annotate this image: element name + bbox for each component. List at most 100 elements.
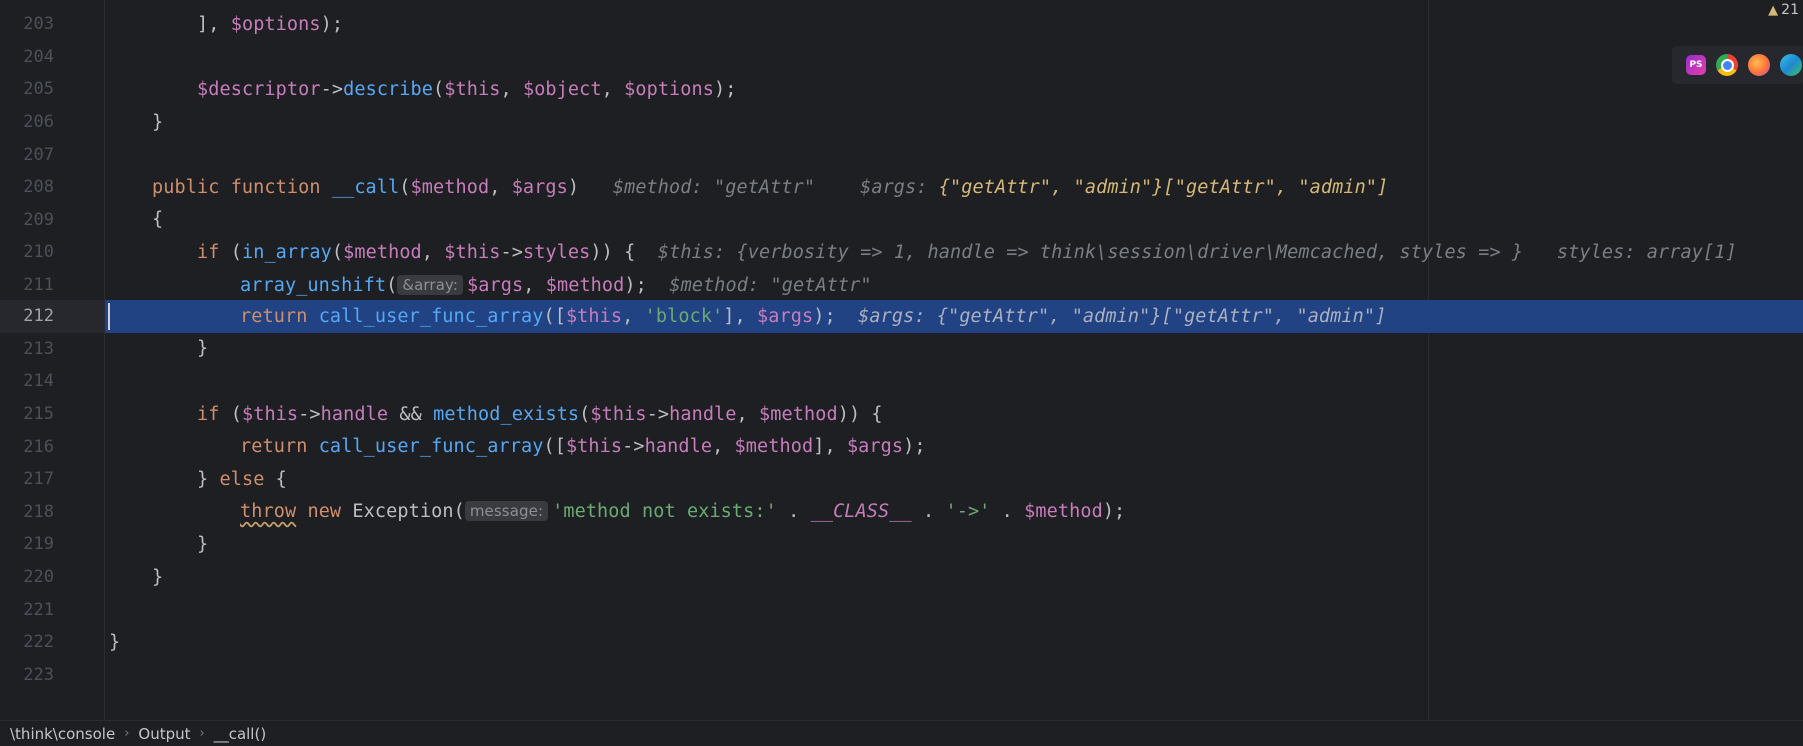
line-number: 220 [23, 567, 54, 588]
line-number: 221 [23, 599, 54, 620]
code-token: $args [467, 274, 524, 296]
code-line-217[interactable]: 217 } else { [0, 463, 1803, 496]
line-number: 216 [23, 436, 54, 457]
chevron-right-icon: › [199, 726, 205, 741]
code-line-207[interactable]: 207 [0, 138, 1803, 171]
code-token: $descriptor [197, 78, 321, 100]
text-caret [108, 303, 110, 330]
inspection-warnings-indicator[interactable]: ▲ 21 [1768, 2, 1799, 18]
firefox-icon[interactable] [1748, 54, 1770, 76]
code-token: Exception [352, 501, 454, 523]
code-line-210[interactable]: 210 if (in_array($method, $this->styles)… [0, 236, 1803, 269]
code-line-203[interactable]: 203 ], $options); [0, 8, 1803, 41]
phpstorm-icon[interactable]: PS [1686, 55, 1706, 75]
code-token: if [197, 403, 220, 425]
line-number: 213 [23, 338, 54, 359]
code-line-205[interactable]: 205 $descriptor->describe($this, $object… [0, 73, 1803, 106]
code-token: $object [522, 78, 602, 100]
breadcrumb-item-class[interactable]: Output [138, 725, 190, 743]
breadcrumb-item-namespace[interactable]: \think\console [10, 725, 115, 743]
code-token: $method [759, 403, 838, 425]
code-token: $options [624, 78, 715, 100]
code-token: __CLASS__ [810, 501, 912, 523]
code-token: if [197, 241, 220, 263]
line-number: 215 [23, 404, 54, 425]
code-token: } [152, 111, 164, 133]
code-token: $args [846, 436, 904, 458]
code-token: call_user_func_array [318, 305, 544, 327]
code-line-220[interactable]: 220 } [0, 561, 1803, 594]
breadcrumb: \think\console › Output › __call() [0, 720, 1803, 746]
code-line-206[interactable]: 206 } [0, 106, 1803, 139]
code-line-216[interactable]: 216 return call_user_func_array([$this->… [0, 430, 1803, 463]
code-token: , [601, 78, 625, 100]
line-number: 208 [23, 177, 54, 198]
code-token: } [109, 631, 121, 653]
debug-inline-value[interactable]: $args: [860, 177, 939, 198]
code-line-219[interactable]: 219 } [0, 528, 1803, 561]
code-line-212[interactable]: 212 return call_user_func_array([$this, … [0, 300, 1803, 333]
line-number: 217 [23, 469, 54, 490]
parameter-hint: message: [464, 501, 549, 522]
code-line-209[interactable]: 209 { [0, 204, 1803, 237]
code-line-221[interactable]: 221 [0, 593, 1803, 626]
line-number: 207 [23, 144, 54, 165]
code-line-211[interactable]: 211 array_unshift(&array: $args, $method)… [0, 269, 1803, 302]
code-line-223[interactable]: 223 [0, 659, 1803, 692]
code-line-218[interactable]: 218 throw new Exception(message:'method … [0, 496, 1803, 529]
code-token: $options [230, 13, 321, 35]
chrome-icon[interactable] [1716, 54, 1738, 76]
line-number: 203 [23, 14, 54, 35]
line-number: 222 [23, 632, 54, 653]
line-number: 212 [23, 306, 54, 327]
code-token: $method [734, 436, 814, 458]
code-token: , [500, 78, 523, 100]
code-line-213[interactable]: 213 } [0, 333, 1803, 366]
edge-icon[interactable] [1780, 54, 1802, 76]
code-token: handle [320, 403, 389, 425]
code-token: 'block' [644, 305, 724, 327]
code-token: new [307, 501, 342, 523]
browser-preview-toolbar: PS [1672, 46, 1803, 84]
code-token: return [240, 436, 308, 458]
debug-inline-value[interactable]: $method: "getAttr" [613, 177, 815, 198]
code-token: handle [669, 403, 737, 425]
debug-inline-value[interactable]: $args: {"getAttr", "admin"}["getAttr", "… [858, 306, 1386, 327]
debug-inline-value[interactable]: styles: array[1] [1557, 242, 1737, 263]
debug-inline-value[interactable]: $this: {verbosity => 1, handle => think\… [658, 242, 1523, 263]
line-number: 205 [23, 79, 54, 100]
code-token: $args [511, 176, 568, 198]
code-token: return [240, 305, 308, 327]
code-token: throw [240, 501, 297, 523]
code-token: public [152, 176, 220, 198]
debug-inline-value[interactable]: $method: "getAttr" [669, 275, 871, 296]
line-number: 211 [23, 275, 54, 296]
code-token: '->' [945, 501, 991, 523]
parameter-hint: &array: [397, 274, 464, 295]
line-number: 214 [23, 371, 54, 392]
code-line-222[interactable]: 222 } [0, 626, 1803, 659]
chevron-right-icon: › [124, 726, 130, 741]
code-token: } [197, 533, 209, 555]
debug-inline-value[interactable]: {"getAttr", "admin"}["getAttr", "admin"] [939, 177, 1389, 198]
line-number: 204 [23, 46, 54, 67]
code-token: ( [433, 78, 445, 100]
code-token: method_exists [433, 403, 580, 425]
code-token: ], [197, 13, 231, 35]
code-line-208[interactable]: 208 public function __call($method, $arg… [0, 171, 1803, 204]
line-number: 219 [23, 534, 54, 555]
code-token: $this [241, 403, 299, 425]
code-editor[interactable]: 203 ], $options); 204 205 $descriptor->d… [0, 0, 1803, 720]
code-line-214[interactable]: 214 [0, 365, 1803, 398]
code-token: } [197, 468, 220, 490]
breadcrumb-item-method[interactable]: __call() [214, 725, 266, 743]
code-token: $this [444, 241, 501, 263]
code-token: describe [343, 78, 434, 100]
code-line-215[interactable]: 215 if ($this->handle && method_exists($… [0, 398, 1803, 431]
line-number: 210 [23, 242, 54, 263]
code-token: __call [331, 176, 400, 198]
code-token: else [219, 468, 265, 490]
code-line-204[interactable]: 204 [0, 41, 1803, 74]
code-token: handle [644, 436, 713, 458]
code-token: $this [444, 78, 501, 100]
